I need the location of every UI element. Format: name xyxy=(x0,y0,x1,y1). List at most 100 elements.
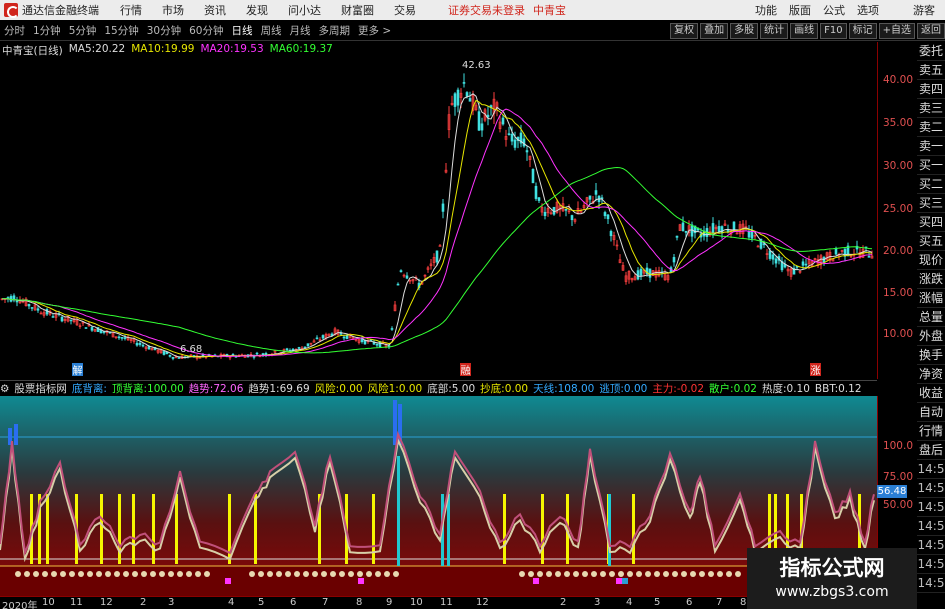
period-more[interactable]: 更多 > xyxy=(354,23,395,38)
side-item-quotes[interactable]: 行情 xyxy=(917,422,945,441)
restore-rights-button[interactable]: 复权 xyxy=(670,23,699,39)
menu-layout[interactable]: 版面 xyxy=(783,2,817,18)
quote-side-panel: 委托 卖五 卖四 卖三 卖二 卖一 买一 买二 买三 买四 买五 现价 涨跌 涨… xyxy=(917,42,945,609)
side-item-net-assets[interactable]: 净资 xyxy=(917,365,945,384)
period-daily[interactable]: 日线 xyxy=(228,23,257,38)
side-item-auto[interactable]: 自动 xyxy=(917,403,945,422)
candle-body xyxy=(543,211,547,217)
menu-options[interactable]: 选项 xyxy=(851,2,885,18)
candle-body xyxy=(609,231,613,237)
candle-body xyxy=(306,343,310,347)
ma60-legend: MA60:19.37 xyxy=(269,43,333,55)
period-1min[interactable]: 1分钟 xyxy=(29,23,65,38)
menu-ask[interactable]: 问小达 xyxy=(278,2,331,18)
date-label: 4 xyxy=(626,597,633,608)
ind-bottom: 底部:5.00 xyxy=(427,383,476,395)
login-warning[interactable]: 证券交易未登录 xyxy=(448,2,525,18)
side-item-sell2[interactable]: 卖二 xyxy=(917,118,945,137)
side-item-sell5[interactable]: 卖五 xyxy=(917,61,945,80)
multi-stock-button[interactable]: 多股 xyxy=(730,23,759,39)
period-60min[interactable]: 60分钟 xyxy=(185,23,227,38)
menu-news[interactable]: 资讯 xyxy=(194,2,236,18)
draw-line-button[interactable]: 画线 xyxy=(790,23,819,39)
side-item-after-hours[interactable]: 盘后 xyxy=(917,441,945,460)
side-item-change-pct[interactable]: 涨幅 xyxy=(917,289,945,308)
signal-bar xyxy=(132,494,135,564)
indicator-chart[interactable] xyxy=(0,396,877,596)
candle-body xyxy=(69,319,73,322)
bottom-marker xyxy=(690,571,696,577)
candle-body xyxy=(768,250,772,259)
candle-body xyxy=(162,351,166,355)
antenna-bar xyxy=(447,494,450,566)
bottom-marker xyxy=(393,571,399,577)
candle-body xyxy=(438,245,442,247)
candle-body xyxy=(639,268,643,276)
candle-body xyxy=(117,336,121,339)
side-item-entrust[interactable]: 委托 xyxy=(917,42,945,61)
period-multi[interactable]: 多周期 xyxy=(315,23,355,38)
bottom-marker xyxy=(645,571,651,577)
indicator-y-axis: 100.0 75.00 50.00 xyxy=(877,396,917,566)
price-chart[interactable]: 42.63 6.68 解 融 涨 中青宝(日线) MA5:20.22 MA10:19.9… xyxy=(0,42,877,379)
side-item-outer[interactable]: 外盘 xyxy=(917,327,945,346)
bottom-marker xyxy=(258,571,264,577)
period-5min[interactable]: 5分钟 xyxy=(65,23,101,38)
bottom-marker xyxy=(51,571,57,577)
bottom-marker xyxy=(735,571,741,577)
ind-y-tick-100: 100.0 xyxy=(882,440,913,452)
bottom-marker xyxy=(600,571,606,577)
menu-discover[interactable]: 发现 xyxy=(236,2,278,18)
stats-button[interactable]: 统计 xyxy=(760,23,789,39)
period-tick[interactable]: 分时 xyxy=(0,23,29,38)
bottom-marker xyxy=(636,571,642,577)
signal-bar xyxy=(254,494,257,564)
y-tick-40: 40.00 xyxy=(882,74,913,86)
guest-label[interactable]: 游客 xyxy=(913,2,935,18)
overlay-button[interactable]: 叠加 xyxy=(700,23,729,39)
side-item-buy5[interactable]: 买五 xyxy=(917,232,945,251)
ind-escape-top: 逃顶:0.00 xyxy=(599,383,648,395)
period-15min[interactable]: 15分钟 xyxy=(100,23,142,38)
side-item-turnover[interactable]: 换手 xyxy=(917,346,945,365)
menu-formula[interactable]: 公式 xyxy=(817,2,851,18)
side-item-price[interactable]: 现价 xyxy=(917,251,945,270)
ma20-legend: MA20:19.53 xyxy=(200,43,264,55)
indicator-chart-canvas[interactable] xyxy=(0,396,877,596)
candle-body xyxy=(480,123,484,131)
side-item-earnings[interactable]: 收益 xyxy=(917,384,945,403)
add-watchlist-button[interactable]: +自选 xyxy=(878,23,915,39)
side-item-buy3[interactable]: 买三 xyxy=(917,194,945,213)
candle-body xyxy=(522,138,526,147)
period-30min[interactable]: 30分钟 xyxy=(143,23,185,38)
back-button[interactable]: 返回 xyxy=(917,23,945,39)
side-item-sell1[interactable]: 卖一 xyxy=(917,137,945,156)
side-item-volume[interactable]: 总量 xyxy=(917,308,945,327)
candle-body xyxy=(375,343,379,346)
side-item-sell4[interactable]: 卖四 xyxy=(917,80,945,99)
menu-wealth[interactable]: 财富圈 xyxy=(331,2,384,18)
side-item-change[interactable]: 涨跌 xyxy=(917,270,945,289)
candle-body xyxy=(456,89,460,106)
menu-function[interactable]: 功能 xyxy=(749,2,783,18)
side-item-buy4[interactable]: 买四 xyxy=(917,213,945,232)
menu-trade[interactable]: 交易 xyxy=(384,2,426,18)
side-item-buy1[interactable]: 买一 xyxy=(917,156,945,175)
candle-body xyxy=(501,117,505,125)
menu-market[interactable]: 市场 xyxy=(152,2,194,18)
side-item-sell3[interactable]: 卖三 xyxy=(917,99,945,118)
side-item-buy2[interactable]: 买二 xyxy=(917,175,945,194)
signal-bar xyxy=(372,494,375,564)
period-monthly[interactable]: 月线 xyxy=(286,23,315,38)
f10-button[interactable]: F10 xyxy=(820,23,847,39)
event-marker-label: 解 xyxy=(73,364,83,377)
indicator-name[interactable]: 股票指标网 xyxy=(14,381,67,396)
signal-bar xyxy=(632,494,635,564)
mark-button[interactable]: 标记 xyxy=(848,23,877,39)
bottom-marker xyxy=(123,571,129,577)
menu-quotes[interactable]: 行情 xyxy=(110,2,152,18)
price-chart-canvas[interactable]: 42.63 6.68 解 融 涨 xyxy=(0,42,877,379)
bottom-marker xyxy=(132,571,138,577)
period-weekly[interactable]: 周线 xyxy=(257,23,286,38)
indicator-gear-icon[interactable]: ⚙ xyxy=(0,383,9,395)
